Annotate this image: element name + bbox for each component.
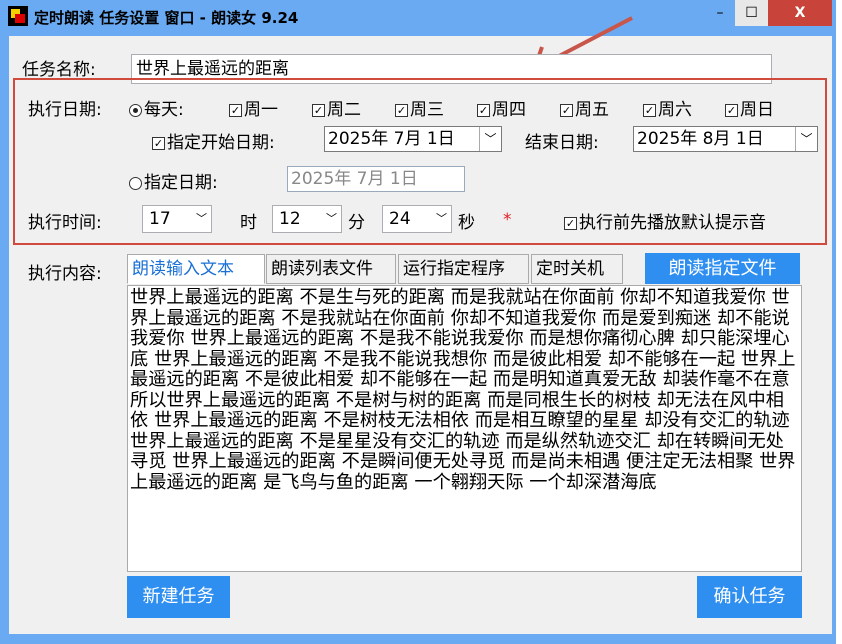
read-file-button[interactable]: 朗读指定文件 bbox=[645, 253, 800, 284]
chevron-down-icon[interactable]: ﹀ bbox=[795, 127, 817, 151]
time-label: 执行时间: bbox=[28, 208, 102, 233]
day-label: 周四 bbox=[492, 100, 526, 120]
chevron-down-icon: ﹀ bbox=[196, 206, 207, 232]
minute-select[interactable]: 12 ﹀ bbox=[272, 205, 342, 233]
check-icon: ✓ bbox=[725, 104, 738, 117]
play-sound-checkbox[interactable]: ✓执行前先播放默认提示音 bbox=[564, 208, 766, 233]
second-value: 24 bbox=[389, 209, 411, 229]
day-label: 周六 bbox=[658, 100, 692, 120]
day-saturday-checkbox[interactable]: ✓周六 bbox=[643, 95, 692, 120]
maximize-button[interactable]: ☐ bbox=[735, 0, 768, 26]
day-thursday-checkbox[interactable]: ✓周四 bbox=[477, 95, 526, 120]
tab-shutdown[interactable]: 定时关机 bbox=[531, 254, 623, 284]
day-wednesday-checkbox[interactable]: ✓周三 bbox=[395, 95, 444, 120]
start-date-value: 2025年 7月 1日 bbox=[328, 129, 455, 149]
check-icon: ✓ bbox=[152, 137, 165, 150]
minimize-button[interactable]: – bbox=[705, 0, 735, 26]
content-textarea[interactable]: 世界上最遥远的距离 不是生与死的距离 而是我就站在你面前 你却不知道我爱你 世界… bbox=[127, 285, 802, 572]
specific-date-value: 2025年 7月 1日 bbox=[291, 169, 418, 189]
content-label: 执行内容: bbox=[28, 259, 102, 284]
specific-date-radio[interactable]: 指定日期: bbox=[129, 168, 218, 193]
start-date-picker[interactable]: 2025年 7月 1日 ﹀ bbox=[324, 126, 502, 152]
specific-date-label: 指定日期: bbox=[144, 173, 218, 193]
day-label: 周日 bbox=[740, 100, 774, 120]
day-label: 周二 bbox=[327, 100, 361, 120]
check-icon: ✓ bbox=[560, 104, 573, 117]
day-tuesday-checkbox[interactable]: ✓周二 bbox=[312, 95, 361, 120]
end-date-picker[interactable]: 2025年 8月 1日 ﹀ bbox=[633, 126, 818, 152]
tab-run-program[interactable]: 运行指定程序 bbox=[398, 254, 529, 284]
second-select[interactable]: 24 ﹀ bbox=[382, 205, 452, 233]
radio-icon bbox=[129, 104, 142, 117]
radio-icon bbox=[129, 177, 142, 190]
second-unit: 秒 bbox=[458, 208, 475, 233]
specific-date-picker[interactable]: 2025年 7月 1日 bbox=[287, 166, 465, 192]
check-icon: ✓ bbox=[477, 104, 490, 117]
date-label: 执行日期: bbox=[28, 95, 102, 120]
tab-read-list[interactable]: 朗读列表文件 bbox=[266, 254, 396, 284]
new-task-button[interactable]: 新建任务 bbox=[127, 576, 230, 618]
hour-unit: 时 bbox=[240, 208, 257, 233]
chevron-down-icon: ﹀ bbox=[436, 206, 447, 232]
close-button[interactable]: X bbox=[768, 0, 832, 26]
required-mark: * bbox=[503, 210, 512, 230]
app-icon bbox=[8, 6, 28, 26]
daily-label: 每天: bbox=[144, 100, 184, 120]
hour-value: 17 bbox=[149, 209, 171, 229]
day-label: 周五 bbox=[575, 100, 609, 120]
check-icon: ✓ bbox=[395, 104, 408, 117]
day-friday-checkbox[interactable]: ✓周五 bbox=[560, 95, 609, 120]
day-label: 周三 bbox=[410, 100, 444, 120]
tab-read-text[interactable]: 朗读输入文本 bbox=[127, 254, 265, 284]
minute-unit: 分 bbox=[348, 208, 365, 233]
start-date-checkbox[interactable]: ✓指定开始日期: bbox=[152, 128, 275, 153]
hour-select[interactable]: 17 ﹀ bbox=[142, 205, 212, 233]
minute-value: 12 bbox=[279, 209, 301, 229]
end-date-label: 结束日期: bbox=[525, 128, 599, 153]
day-monday-checkbox[interactable]: ✓周一 bbox=[229, 95, 278, 120]
day-sunday-checkbox[interactable]: ✓周日 bbox=[725, 95, 774, 120]
day-label: 周一 bbox=[244, 100, 278, 120]
end-date-value: 2025年 8月 1日 bbox=[637, 129, 764, 149]
play-sound-label: 执行前先播放默认提示音 bbox=[579, 213, 766, 233]
window-title: 定时朗读 任务设置 窗口 - 朗读女 9.24 bbox=[34, 7, 298, 28]
chevron-down-icon: ﹀ bbox=[326, 206, 337, 232]
confirm-task-button[interactable]: 确认任务 bbox=[697, 576, 802, 618]
start-date-label: 指定开始日期: bbox=[167, 133, 275, 153]
chevron-down-icon[interactable]: ﹀ bbox=[479, 127, 501, 151]
daily-radio[interactable]: 每天: bbox=[129, 95, 184, 120]
check-icon: ✓ bbox=[643, 104, 656, 117]
check-icon: ✓ bbox=[312, 104, 325, 117]
task-name-label: 任务名称: bbox=[22, 55, 96, 80]
check-icon: ✓ bbox=[229, 104, 242, 117]
check-icon: ✓ bbox=[564, 217, 577, 230]
